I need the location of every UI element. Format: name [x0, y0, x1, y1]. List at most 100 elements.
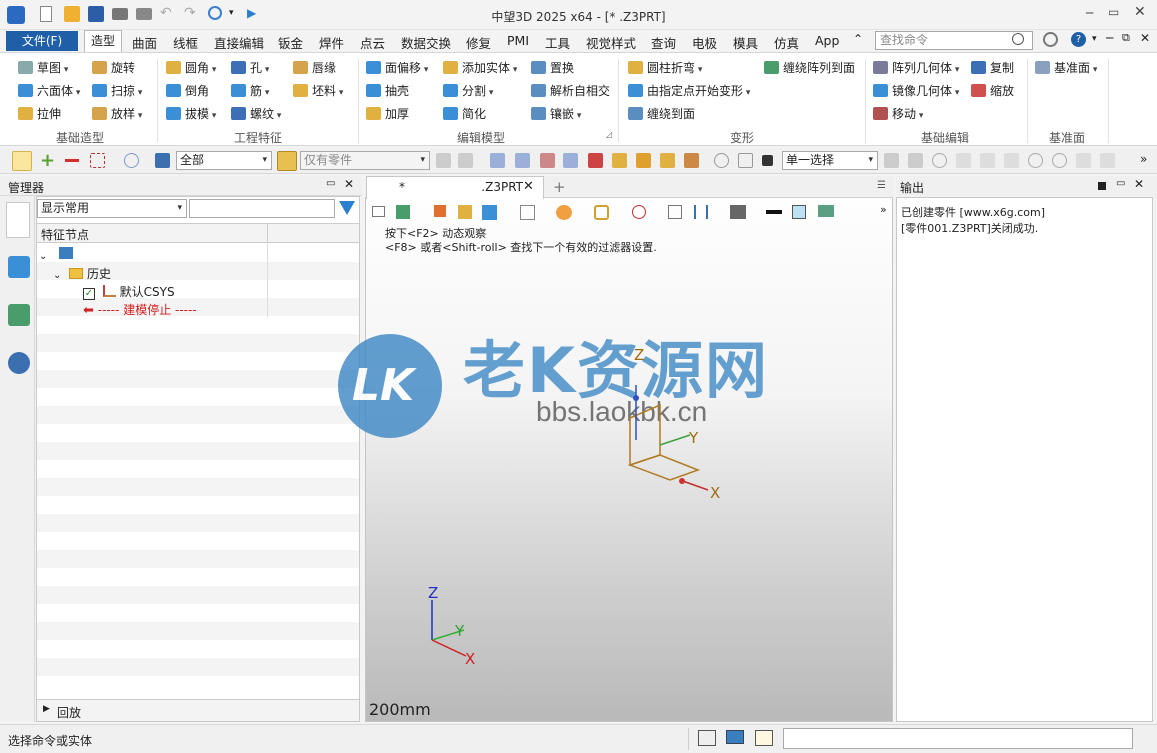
tree-history-row[interactable]: ⌄ 历史: [53, 265, 111, 283]
simplify-button[interactable]: 简化: [443, 105, 486, 123]
cylinder-bend-button[interactable]: 圆柱折弯: [628, 59, 702, 77]
status-grid-icon[interactable]: [698, 730, 716, 746]
history-tree-tab-icon[interactable]: [6, 202, 30, 238]
toolbar-tool-icon[interactable]: [588, 153, 603, 168]
toolbar-tool-icon[interactable]: [563, 153, 578, 168]
view-cube-icon[interactable]: [482, 205, 497, 220]
search-icon[interactable]: [1012, 33, 1024, 45]
filter-icon[interactable]: [155, 153, 170, 168]
new-tab-icon[interactable]: +: [553, 178, 566, 196]
view-toolbar-overflow-icon[interactable]: »: [880, 203, 887, 216]
filter-funnel-icon[interactable]: [339, 201, 355, 215]
gear-icon[interactable]: [1043, 32, 1058, 47]
doc-close-button[interactable]: ✕: [1140, 31, 1150, 45]
view-tool-icon[interactable]: [434, 205, 446, 217]
wrap-to-face-button[interactable]: 缠绕到面: [628, 105, 695, 123]
tab-close-icon[interactable]: ✕: [523, 179, 534, 194]
layer-icon[interactable]: [818, 205, 834, 217]
split-button[interactable]: 分割: [443, 82, 493, 100]
toolbar-tool-icon[interactable]: [515, 153, 530, 168]
lock-icon[interactable]: [458, 153, 473, 168]
assembly-tab-icon[interactable]: [8, 256, 30, 278]
view-tool-icon[interactable]: [458, 205, 472, 219]
panel-close-icon[interactable]: ✕: [344, 177, 354, 191]
toolbar-tool-icon[interactable]: [714, 153, 729, 168]
move-button[interactable]: 移动: [873, 105, 923, 123]
expand-group-icon[interactable]: ◿: [606, 130, 612, 139]
thread-button[interactable]: 螺纹: [231, 105, 281, 123]
view-tool-icon[interactable]: [396, 205, 410, 219]
toolbar-tool-icon[interactable]: [1052, 153, 1067, 168]
view-manager-tab-icon[interactable]: [8, 304, 30, 326]
status-input[interactable]: [783, 728, 1133, 749]
tab-simulation[interactable]: 仿真: [774, 33, 799, 52]
shell-button[interactable]: 抽壳: [366, 82, 409, 100]
tab-tools[interactable]: 工具: [545, 33, 570, 52]
filter-select[interactable]: 全部: [176, 151, 272, 170]
tab-surface[interactable]: 曲面: [132, 33, 157, 52]
color-icon[interactable]: [792, 205, 806, 219]
command-search-input[interactable]: 查找命令: [875, 31, 1033, 50]
revolve-button[interactable]: 旋转: [92, 59, 135, 77]
toolbar-tool-icon[interactable]: [1100, 153, 1115, 168]
tab-data-exchange[interactable]: 数据交换: [401, 33, 451, 52]
draft-button[interactable]: 拔模: [166, 105, 216, 123]
expand-arrow-icon[interactable]: ▶: [43, 704, 50, 714]
background-icon[interactable]: [730, 205, 746, 219]
tab-direct-edit[interactable]: 直接编辑: [214, 33, 264, 52]
face-offset-button[interactable]: 面偏移: [366, 59, 428, 77]
tab-pmi[interactable]: PMI: [507, 33, 529, 48]
toolbar-tool-icon[interactable]: [1028, 153, 1043, 168]
copy-button[interactable]: 复制: [971, 59, 1014, 77]
output-stop-icon[interactable]: [1098, 182, 1106, 190]
lip-button[interactable]: 唇缘: [293, 59, 336, 77]
panel-close-icon[interactable]: ✕: [1134, 177, 1144, 191]
mirror-geometry-button[interactable]: 镜像几何体: [873, 82, 959, 100]
toolbar-tool-icon[interactable]: [908, 153, 923, 168]
file-menu-button[interactable]: 文件(F): [6, 31, 78, 51]
sketch-button[interactable]: 草图: [18, 59, 68, 77]
box-select-icon[interactable]: [90, 153, 105, 168]
stock-button[interactable]: 坯料: [293, 82, 343, 100]
pin-icon[interactable]: ▭: [1116, 178, 1125, 189]
loft-button[interactable]: 放样: [92, 105, 142, 123]
toolbar-tool-icon[interactable]: [932, 153, 947, 168]
part-filter-icon[interactable]: [277, 151, 297, 171]
tab-electrode[interactable]: 电极: [692, 33, 717, 52]
tab-mold[interactable]: 模具: [733, 33, 758, 52]
inlay-button[interactable]: 镶嵌: [531, 105, 581, 123]
part-filter-select[interactable]: 仅有零件: [300, 151, 430, 170]
lasso-select-icon[interactable]: [124, 153, 139, 168]
toolbar-tool-icon[interactable]: [738, 153, 753, 168]
toolbar-tool-icon[interactable]: [956, 153, 971, 168]
tree-root-row[interactable]: ⌄: [39, 247, 74, 265]
crosshair-icon[interactable]: [632, 205, 646, 219]
view-orient-icon[interactable]: [520, 205, 535, 220]
stop-icon[interactable]: [762, 155, 773, 166]
status-screen-icon[interactable]: [726, 730, 744, 744]
selection-mode-select[interactable]: 单一选择: [782, 151, 878, 170]
tab-weldment[interactable]: 焊件: [319, 33, 344, 52]
sweep-button[interactable]: 扫掠: [92, 82, 142, 100]
add-icon[interactable]: +: [40, 150, 55, 171]
help-dropdown-icon[interactable]: ▾: [1092, 34, 1097, 44]
wrap-pattern-to-face-button[interactable]: 缠绕阵列到面: [764, 59, 855, 77]
dimension-icon[interactable]: [694, 205, 708, 219]
tab-wireframe[interactable]: 线框: [173, 33, 198, 52]
document-tab[interactable]: * .Z3PRT ✕: [366, 176, 544, 199]
expand-chevron-icon[interactable]: ⌄: [39, 251, 47, 262]
tab-point-cloud[interactable]: 点云: [360, 33, 385, 52]
toolbar-tool-icon[interactable]: [684, 153, 699, 168]
toolbar-tool-icon[interactable]: [1076, 153, 1091, 168]
remove-icon[interactable]: [65, 159, 79, 162]
toolbar-tool-icon[interactable]: [660, 153, 675, 168]
doc-minimize-button[interactable]: ─: [1106, 31, 1113, 45]
toolbar-tool-icon[interactable]: [490, 153, 505, 168]
tree-csys-row[interactable]: ✓ 默认CSYS: [83, 283, 175, 301]
rollback-bar[interactable]: ▶ 回放: [37, 699, 359, 721]
select-arrow-icon[interactable]: [12, 151, 32, 171]
tab-inquire[interactable]: 查询: [651, 33, 676, 52]
scale-button[interactable]: 缩放: [971, 82, 1014, 100]
view-tool-icon[interactable]: [594, 205, 609, 220]
toolbar-overflow-icon[interactable]: »: [1140, 152, 1147, 166]
